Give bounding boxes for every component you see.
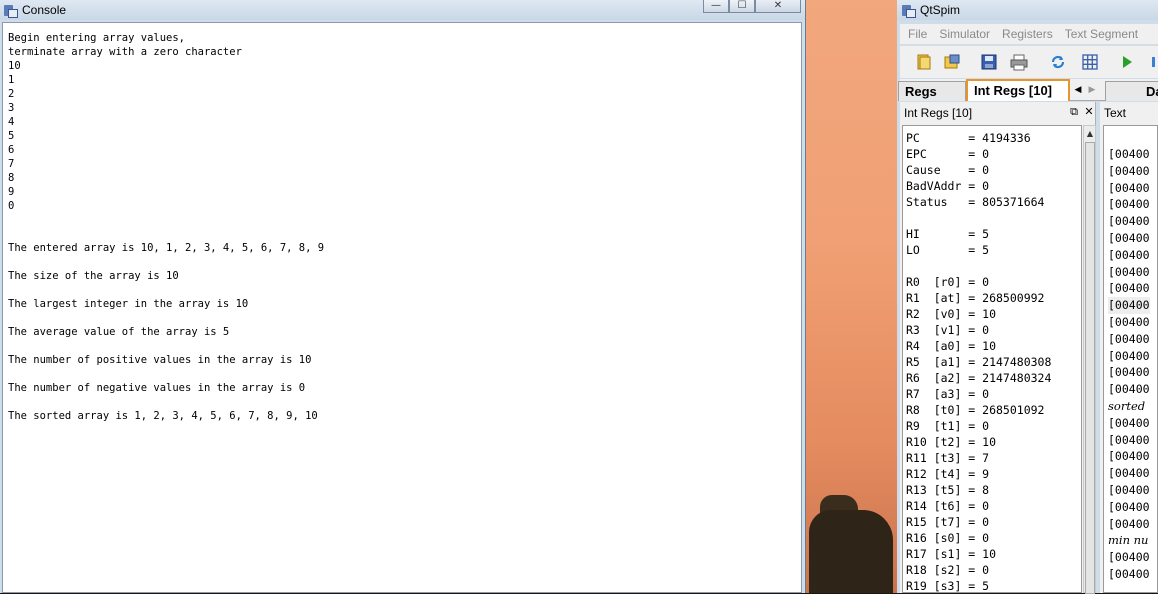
text-segment-row[interactable]: [00400	[1108, 230, 1150, 247]
tab-scroll-right-icon[interactable]: ▶	[1085, 82, 1099, 98]
text-segment-row[interactable]: [00400	[1108, 180, 1150, 197]
qtspim-app-icon	[902, 4, 916, 18]
text-segment-row[interactable]: [00400	[1108, 566, 1150, 583]
open-folder-icon[interactable]	[915, 53, 933, 71]
register-scrollbar[interactable]: ▲	[1083, 125, 1096, 594]
text-segment-list[interactable]: [00400 [00400 [00400 [00400 [00400 [00400 [004…	[1103, 125, 1158, 593]
text-segment-lines: [00400 [00400 [00400 [00400 [00400 [00400 [004…	[1108, 146, 1150, 583]
window-controls: — ☐ ✕	[703, 0, 801, 13]
int-regs-panel-header: Int Regs [10] ⧉ ✕	[900, 102, 1095, 124]
tab-regs[interactable]: Regs	[898, 81, 966, 101]
text-segment-row[interactable]: [00400	[1108, 146, 1150, 163]
text-segment-row[interactable]: [00400	[1108, 364, 1150, 381]
text-segment-row[interactable]: [00400	[1108, 331, 1150, 348]
text-segment-row[interactable]: [00400	[1108, 297, 1150, 314]
text-segment-row[interactable]: [00400	[1108, 381, 1150, 398]
text-segment-row[interactable]: [00400	[1108, 163, 1150, 180]
text-segment-row[interactable]: min nu	[1108, 532, 1150, 549]
print-icon[interactable]	[1010, 53, 1028, 71]
text-panel-title: Text	[1104, 106, 1127, 120]
reload-file-icon[interactable]	[943, 53, 961, 71]
qtspim-window: QtSpim File Simulator Registers Text Seg…	[897, 0, 1158, 594]
tab-int-regs[interactable]: Int Regs [10]	[966, 79, 1070, 101]
int-regs-panel: Int Regs [10] ⧉ ✕ PC = 4194336 EPC = 0 C…	[900, 102, 1096, 594]
console-window: Console — ☐ ✕ Begin entering array value…	[0, 0, 806, 593]
float-panel-icon[interactable]: ⧉	[1068, 106, 1080, 118]
scrollbar-thumb[interactable]	[1085, 142, 1095, 594]
tab-data[interactable]: Da	[1105, 81, 1158, 101]
text-segment-row[interactable]: [00400	[1108, 516, 1150, 533]
text-segment-row[interactable]: [00400	[1108, 280, 1150, 297]
menu-text-segment[interactable]: Text Segment	[1065, 27, 1138, 41]
console-output-text: Begin entering array values, terminate a…	[8, 32, 325, 422]
close-panel-icon[interactable]: ✕	[1083, 106, 1095, 118]
step-icon[interactable]	[1149, 53, 1158, 71]
text-segment-row[interactable]: [00400	[1108, 264, 1150, 281]
maximize-button[interactable]: ☐	[729, 0, 755, 13]
console-titlebar[interactable]: Console — ☐ ✕	[0, 0, 805, 20]
tab-bar: Regs Int Regs [10] ◀ ▶ Da	[898, 79, 1158, 101]
text-segment-row[interactable]: [00400	[1108, 432, 1150, 449]
menu-registers[interactable]: Registers	[1002, 27, 1053, 41]
text-segment-row[interactable]: [00400	[1108, 247, 1150, 264]
qtspim-titlebar[interactable]: QtSpim	[897, 0, 1158, 20]
wallpaper-rock-base	[809, 510, 893, 593]
int-regs-panel-title: Int Regs [10]	[904, 106, 973, 120]
grid-icon[interactable]	[1081, 53, 1099, 71]
menu-file[interactable]: File	[908, 27, 927, 41]
menu-simulator[interactable]: Simulator	[939, 27, 990, 41]
toolbar	[900, 45, 1158, 78]
reinitialize-icon[interactable]	[1049, 53, 1067, 71]
menu-bar: File Simulator Registers Text Segment	[900, 24, 1158, 44]
text-segment-panel: Text [00400 [00400 [00400 [00400 [00400 [0040…	[1100, 102, 1158, 593]
qtspim-title: QtSpim	[920, 3, 961, 17]
run-icon[interactable]	[1118, 53, 1136, 71]
tab-scroll-left-icon[interactable]: ◀	[1071, 82, 1085, 98]
text-segment-row[interactable]: [00400	[1108, 213, 1150, 230]
text-segment-row[interactable]: [00400	[1108, 196, 1150, 213]
text-segment-row[interactable]: [00400	[1108, 499, 1150, 516]
console-output-area[interactable]: Begin entering array values, terminate a…	[2, 22, 802, 593]
text-segment-row[interactable]: [00400	[1108, 448, 1150, 465]
text-segment-row[interactable]: sorted	[1108, 398, 1150, 415]
text-segment-row[interactable]: [00400	[1108, 549, 1150, 566]
register-values: PC = 4194336 EPC = 0 Cause = 0 BadVAddr …	[906, 131, 1052, 593]
scroll-up-icon[interactable]: ▲	[1085, 128, 1095, 140]
text-segment-row[interactable]: [00400	[1108, 482, 1150, 499]
console-app-icon	[4, 4, 18, 18]
console-title: Console	[22, 3, 67, 17]
save-icon[interactable]	[980, 53, 998, 71]
register-list[interactable]: PC = 4194336 EPC = 0 Cause = 0 BadVAddr …	[902, 125, 1082, 593]
text-segment-row[interactable]: [00400	[1108, 314, 1150, 331]
text-segment-row[interactable]: [00400	[1108, 348, 1150, 365]
close-button[interactable]: ✕	[755, 0, 801, 13]
minimize-button[interactable]: —	[703, 0, 729, 13]
text-segment-row[interactable]: [00400	[1108, 465, 1150, 482]
text-panel-header: Text	[1100, 102, 1158, 124]
text-segment-row[interactable]: [00400	[1108, 415, 1150, 432]
